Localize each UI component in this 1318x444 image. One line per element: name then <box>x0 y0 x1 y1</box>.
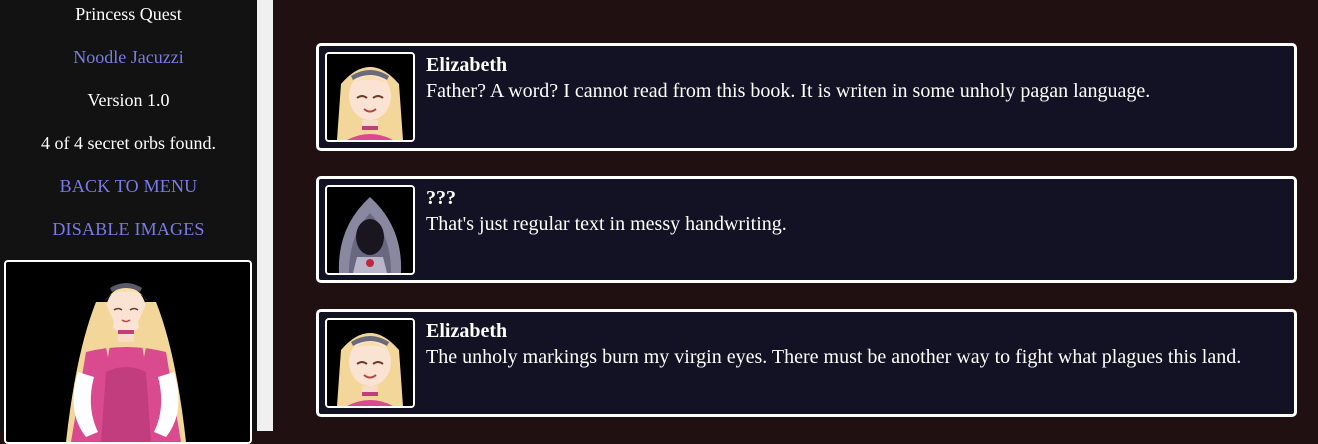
dialogue-text: That's just regular text in messy handwr… <box>426 213 787 235</box>
princess-full-body-image <box>66 283 186 442</box>
sidebar: Princess Quest Noodle Jacuzzi Version 1.… <box>0 0 257 444</box>
dialogue-box: Elizabeth Father? A word? I cannot read … <box>316 43 1297 151</box>
hooded-figure-icon <box>327 187 413 273</box>
dialogue-area: Elizabeth Father? A word? I cannot read … <box>273 0 1318 431</box>
speaker-name: Elizabeth <box>426 54 508 76</box>
elizabeth-face-icon <box>327 320 413 406</box>
elizabeth-avatar <box>325 318 415 408</box>
orbs-counter: 4 of 4 secret orbs found. <box>41 133 216 153</box>
dialogue-box: Elizabeth The unholy markings burn my vi… <box>316 309 1297 417</box>
version-label: Version 1.0 <box>87 90 170 110</box>
hooded-figure-avatar <box>325 185 415 275</box>
dialogue-text: The unholy markings burn my virgin eyes.… <box>426 346 1242 368</box>
dialogue-text: Father? A word? I cannot read from this … <box>426 80 1151 102</box>
character-portrait <box>4 260 252 444</box>
game-title: Princess Quest <box>75 4 182 24</box>
disable-images-button[interactable]: DISABLE IMAGES <box>0 218 257 240</box>
speaker-name: Elizabeth <box>426 320 508 342</box>
dialogue-box: ??? That's just regular text in messy ha… <box>316 176 1297 283</box>
elizabeth-avatar <box>325 52 415 142</box>
speaker-name: ??? <box>426 187 456 209</box>
elizabeth-face-icon <box>327 54 413 140</box>
scroll-gutter <box>257 0 273 431</box>
author-link[interactable]: Noodle Jacuzzi <box>0 46 257 68</box>
back-to-menu-button[interactable]: BACK TO MENU <box>0 175 257 197</box>
